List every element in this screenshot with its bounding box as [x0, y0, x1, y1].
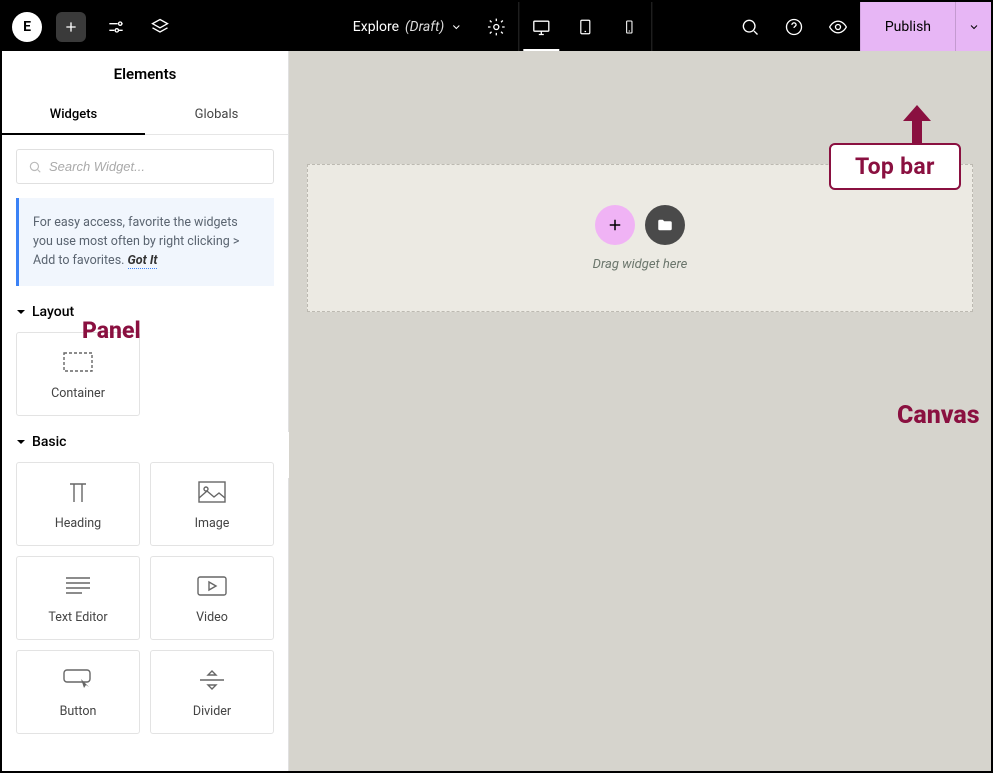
mobile-icon [621, 19, 637, 35]
annotation-canvas-label: Canvas [897, 401, 980, 430]
widget-label: Image [195, 516, 230, 531]
side-panel: Elements Widgets Globals For easy access… [2, 51, 289, 771]
widget-label: Text Editor [48, 610, 107, 625]
device-tablet-button[interactable] [563, 2, 607, 51]
annotation-topbar-label: Top bar [829, 143, 961, 190]
logo-letter: E [23, 19, 31, 35]
widget-container[interactable]: Container [16, 332, 140, 416]
widget-label: Container [51, 386, 105, 401]
plus-icon [606, 216, 624, 234]
tablet-icon [576, 18, 594, 36]
divider-icon [199, 670, 225, 690]
chevron-down-icon [968, 21, 980, 33]
sliders-icon [106, 17, 126, 37]
text-editor-icon [65, 576, 91, 596]
video-icon [197, 576, 227, 596]
finder-button[interactable] [728, 2, 772, 51]
plus-icon [63, 19, 79, 35]
annotation-panel-label: Panel [82, 317, 141, 344]
widget-button[interactable]: Button [16, 650, 140, 734]
caret-down-icon [16, 437, 26, 447]
image-icon [198, 481, 226, 503]
widget-label: Heading [55, 516, 101, 531]
help-button[interactable] [772, 2, 816, 51]
add-element-button[interactable] [56, 12, 86, 42]
container-icon [63, 352, 93, 372]
dropzone-add-button[interactable] [595, 205, 635, 245]
button-icon [63, 669, 93, 691]
widget-label: Divider [193, 704, 231, 719]
section-basic-title: Basic [32, 434, 66, 450]
widget-divider[interactable]: Divider [150, 650, 274, 734]
section-layout-header[interactable]: Layout [16, 304, 274, 320]
layers-icon [150, 17, 170, 37]
canvas-area[interactable]: Drag widget here Top bar Canvas [289, 51, 991, 771]
search-icon [740, 17, 760, 37]
desktop-icon [531, 17, 551, 37]
heading-icon [64, 480, 92, 504]
publish-label: Publish [885, 19, 931, 35]
publish-button[interactable]: Publish [860, 2, 955, 51]
tab-widgets[interactable]: Widgets [2, 95, 145, 134]
doc-name: Explore [353, 19, 399, 35]
help-icon [784, 17, 804, 37]
dropzone-folder-button[interactable] [645, 205, 685, 245]
dropzone-label: Drag widget here [593, 257, 688, 272]
section-layout-title: Layout [32, 304, 74, 320]
tab-globals[interactable]: Globals [145, 95, 288, 134]
widget-label: Video [196, 610, 228, 625]
widget-text-editor[interactable]: Text Editor [16, 556, 140, 640]
search-icon [28, 160, 42, 174]
elementor-logo[interactable]: E [12, 12, 42, 42]
section-basic-header[interactable]: Basic [16, 434, 274, 450]
widget-image[interactable]: Image [150, 462, 274, 546]
search-input[interactable] [16, 149, 274, 184]
structure-button[interactable] [94, 2, 138, 51]
tip-box: For easy access, favorite the widgets yo… [16, 198, 274, 286]
device-mobile-button[interactable] [607, 2, 651, 51]
settings-button[interactable] [474, 2, 518, 51]
layers-button[interactable] [138, 2, 182, 51]
top-bar: E Explore (Draft) [2, 2, 991, 51]
publish-dropdown[interactable] [955, 2, 991, 51]
device-desktop-button[interactable] [519, 2, 563, 51]
gear-icon [486, 17, 506, 37]
widget-label: Button [60, 704, 97, 719]
doc-status: (Draft) [405, 19, 444, 35]
caret-down-icon [16, 307, 26, 317]
preview-button[interactable] [816, 2, 860, 51]
annotation-arrow [899, 105, 935, 147]
document-title[interactable]: Explore (Draft) [341, 19, 474, 35]
chevron-down-icon [450, 21, 462, 33]
widget-heading[interactable]: Heading [16, 462, 140, 546]
eye-icon [828, 17, 848, 37]
folder-icon [656, 216, 674, 234]
widget-video[interactable]: Video [150, 556, 274, 640]
tip-gotit-link[interactable]: Got It [128, 253, 158, 269]
panel-title: Elements [2, 51, 288, 95]
